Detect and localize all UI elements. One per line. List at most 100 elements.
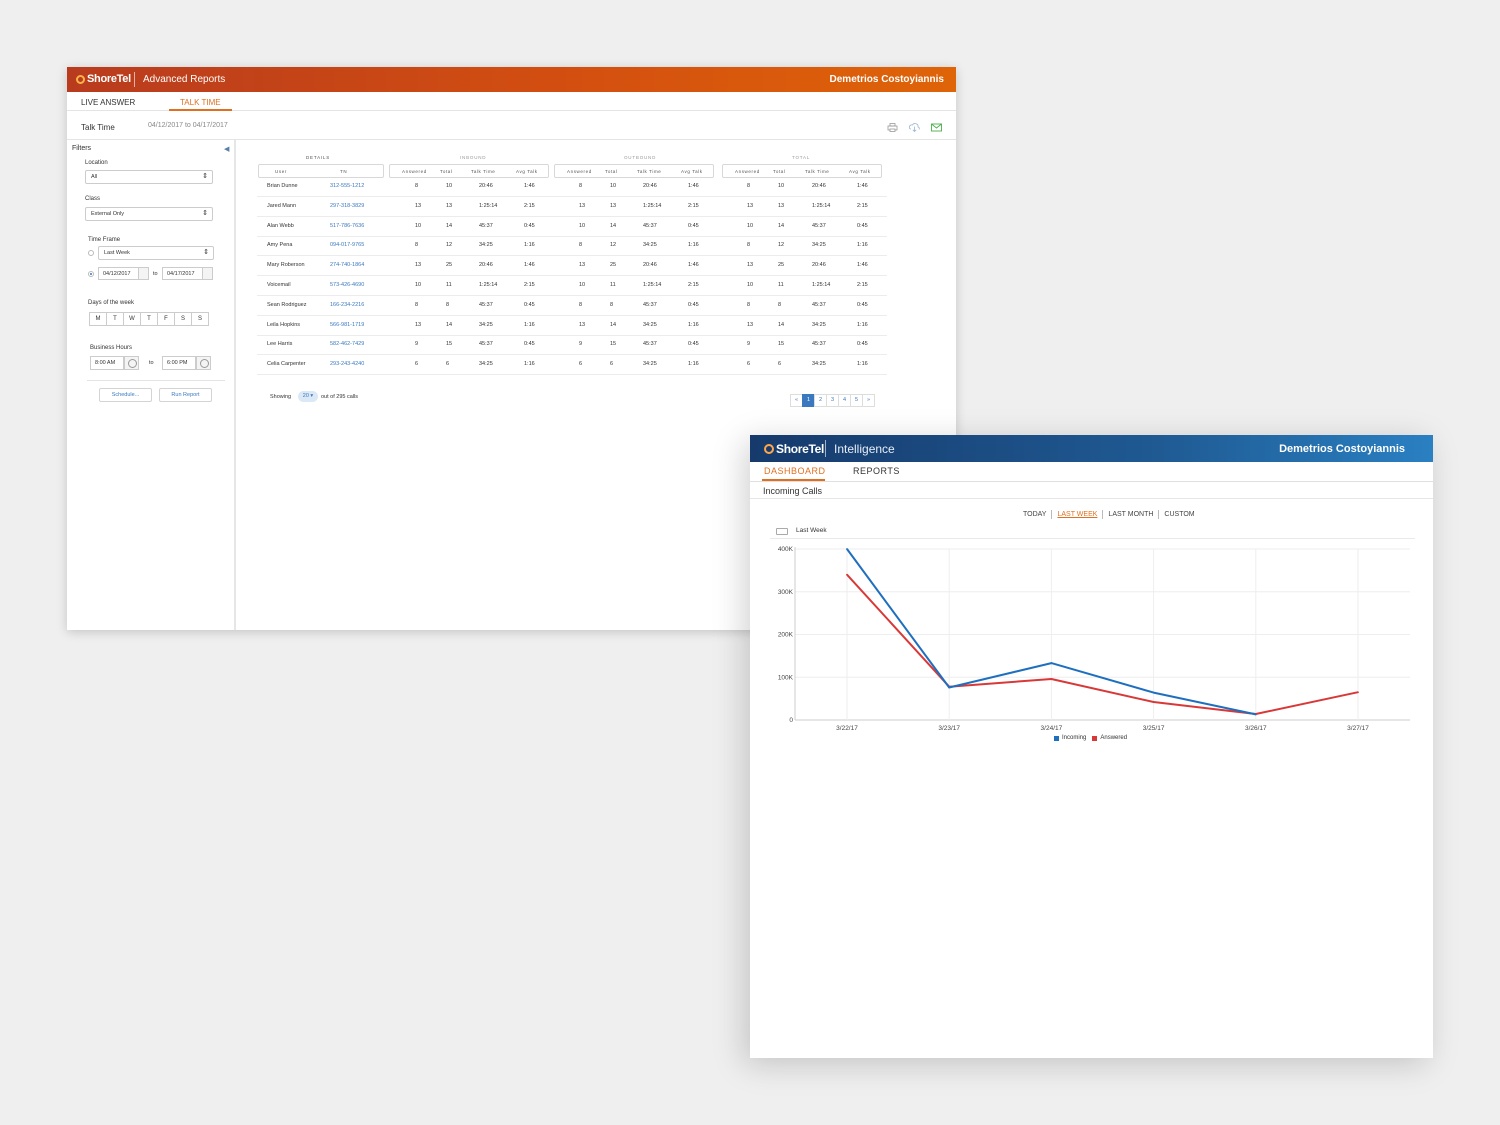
table-row[interactable]: Alan Webb 517-786-7636 10 14 45:37 0:45 10 14 45… <box>257 217 887 237</box>
table-row[interactable]: Voicemail 573-426-4690 10 11 1:25:14 2:15 10 11… <box>257 276 887 296</box>
col-inbound-answered[interactable]: Answered <box>402 169 427 174</box>
time-frame-value: Last Week <box>104 250 130 256</box>
cell-user: Brian Dunne <box>267 183 298 189</box>
select-arrow-icon: ⇕ <box>202 173 208 180</box>
location-select[interactable]: All ⇕ <box>85 170 213 184</box>
col-total-answered[interactable]: Answered <box>735 169 760 174</box>
location-value: All <box>91 174 98 180</box>
series-line-answered <box>846 574 1359 715</box>
download-icon[interactable] <box>909 123 920 132</box>
table-row[interactable]: Mary Roberson 274-740-1864 13 25 20:46 1:46 13… <box>257 256 887 277</box>
cell-outbound-talk-time: 34:25 <box>643 321 657 328</box>
collapse-sidebar-icon[interactable]: ◀ <box>224 145 229 153</box>
day-toggle-thu[interactable]: T <box>140 312 158 326</box>
email-icon[interactable] <box>931 123 942 132</box>
cell-tn[interactable]: 274-740-1864 <box>330 262 364 268</box>
run-report-button[interactable]: Run Report <box>159 388 212 402</box>
data-point-incoming <box>1050 662 1053 665</box>
day-toggle-mon[interactable]: M <box>89 312 107 326</box>
days-of-week-picker: M T W T F S S <box>89 312 209 326</box>
cell-inbound-total: 8 <box>446 301 450 308</box>
table-row[interactable]: Jared Mann 297-318-3829 13 13 1:25:14 2:15 13 1… <box>257 197 887 217</box>
cell-inbound-talk-time: 34:25 <box>479 242 493 249</box>
col-outbound-total[interactable]: Total <box>605 169 618 174</box>
col-outbound-talk-time[interactable]: Talk Time <box>637 169 661 174</box>
time-frame-select[interactable]: Last Week ⇕ <box>98 246 214 260</box>
col-outbound-avg-talk[interactable]: Avg Talk <box>681 169 703 174</box>
class-select[interactable]: External Only ⇕ <box>85 207 213 221</box>
table-row[interactable]: Celia Carpenter 293-243-4240 6 6 34:25 1:16 6 6… <box>257 355 887 376</box>
print-icon[interactable] <box>887 123 898 132</box>
cell-tn[interactable]: 566-981-1719 <box>330 322 364 328</box>
cell-tn[interactable]: 094-017-9765 <box>330 242 364 248</box>
table-row[interactable]: Amy Pena 094-017-9765 8 12 34:25 1:16 8 12 34:25… <box>257 236 887 257</box>
data-point-incoming <box>1152 691 1155 694</box>
cell-inbound-talk-time: 45:37 <box>479 222 493 229</box>
legend-item-answered[interactable]: Answered <box>1092 735 1127 741</box>
calendar-icon[interactable] <box>138 267 149 280</box>
cell-total-total: 8 <box>778 301 782 308</box>
clock-icon[interactable] <box>196 356 211 370</box>
col-inbound-talk-time[interactable]: Talk Time <box>471 169 495 174</box>
tab-live-answer[interactable]: LIVE ANSWER <box>81 98 135 107</box>
cell-total-avg-talk: 1:16 <box>857 361 868 368</box>
cell-outbound-total: 13 <box>610 202 617 209</box>
col-total-total[interactable]: Total <box>773 169 786 174</box>
table-row[interactable]: Lee Harris 582-462-7429 9 15 45:37 0:45 9 15 45:… <box>257 335 887 356</box>
col-outbound-answered[interactable]: Answered <box>567 169 592 174</box>
table-row[interactable]: Leila Hopkins 566-981-1719 13 14 34:25 1:16 13… <box>257 316 887 336</box>
cell-tn[interactable]: 582-462-7429 <box>330 341 364 347</box>
x-tick-label: 3/26/17 <box>1245 725 1267 732</box>
pagination: «1 2 3 4 5» <box>790 394 875 407</box>
cell-tn[interactable]: 517-786-7636 <box>330 223 364 229</box>
shoretel-logo[interactable]: ShoreTel <box>76 73 131 85</box>
day-toggle-sat[interactable]: S <box>174 312 192 326</box>
cell-total-total: 6 <box>778 361 782 368</box>
group-inbound: INBOUND <box>460 155 487 160</box>
cell-outbound-talk-time: 34:25 <box>643 361 657 368</box>
cell-user: Mary Roberson <box>267 262 305 269</box>
col-total-talk-time[interactable]: Talk Time <box>805 169 829 174</box>
table-row[interactable]: Sean Rodriguez 166-234-2216 8 8 45:37 0:45 8 8 4… <box>257 296 887 316</box>
col-inbound-total[interactable]: Total <box>440 169 453 174</box>
per-page-select[interactable]: 20 ▾ <box>298 391 318 402</box>
incoming-calls-chart: 0 100K 200K 300K 400K 3/22/17 3/23/17 3/24/17 3/… <box>778 546 1410 732</box>
cell-tn[interactable]: 166-234-2216 <box>330 302 364 308</box>
x-tick-label: 3/24/17 <box>1041 725 1063 732</box>
table-row[interactable]: Brian Dunne 312-555-1212 8 10 20:46 1:46 8 10 20… <box>257 177 887 197</box>
hours-to-input[interactable]: 6:00 PM <box>162 356 196 370</box>
cell-inbound-avg-talk: 1:46 <box>524 183 535 189</box>
cell-inbound-avg-talk: 2:15 <box>524 202 535 209</box>
col-inbound-avg-talk[interactable]: Avg Talk <box>516 169 538 174</box>
hours-from-input[interactable]: 8:00 AM <box>90 356 124 370</box>
legend-item-incoming[interactable]: Incoming <box>1054 735 1086 741</box>
tab-talk-time[interactable]: TALK TIME <box>180 98 221 107</box>
cell-inbound-answered: 10 <box>415 222 422 229</box>
day-toggle-wed[interactable]: W <box>123 312 141 326</box>
brand-name: ShoreTel <box>87 73 131 85</box>
user-name[interactable]: Demetrios Costoyiannis <box>830 74 944 85</box>
day-toggle-fri[interactable]: F <box>157 312 175 326</box>
pager-next-button[interactable]: » <box>862 394 875 407</box>
date-from-input[interactable]: 04/12/2017 <box>98 267 139 280</box>
time-frame-preset-radio[interactable] <box>88 250 94 256</box>
cell-outbound-answered: 8 <box>579 183 583 189</box>
cell-tn[interactable]: 293-243-4240 <box>330 361 364 367</box>
cell-outbound-avg-talk: 1:46 <box>688 183 699 189</box>
day-toggle-sun[interactable]: S <box>191 312 209 326</box>
cell-tn[interactable]: 297-318-3829 <box>330 203 364 209</box>
col-total-avg-talk[interactable]: Avg Talk <box>849 169 871 174</box>
schedule-button[interactable]: Schedule... <box>99 388 152 402</box>
col-tn[interactable]: TN <box>340 169 347 174</box>
data-point-incoming <box>1254 713 1257 716</box>
cell-tn[interactable]: 573-426-4690 <box>330 282 364 288</box>
day-toggle-tue[interactable]: T <box>106 312 124 326</box>
cell-tn[interactable]: 312-555-1212 <box>330 183 364 189</box>
time-frame-custom-radio[interactable] <box>88 271 94 277</box>
clock-icon[interactable] <box>124 356 139 370</box>
col-user[interactable]: User <box>275 169 287 174</box>
calendar-icon[interactable] <box>202 267 213 280</box>
cell-inbound-answered: 8 <box>415 183 419 189</box>
date-to-input[interactable]: 04/17/2017 <box>162 267 203 280</box>
cell-user: Voicemail <box>267 282 291 288</box>
